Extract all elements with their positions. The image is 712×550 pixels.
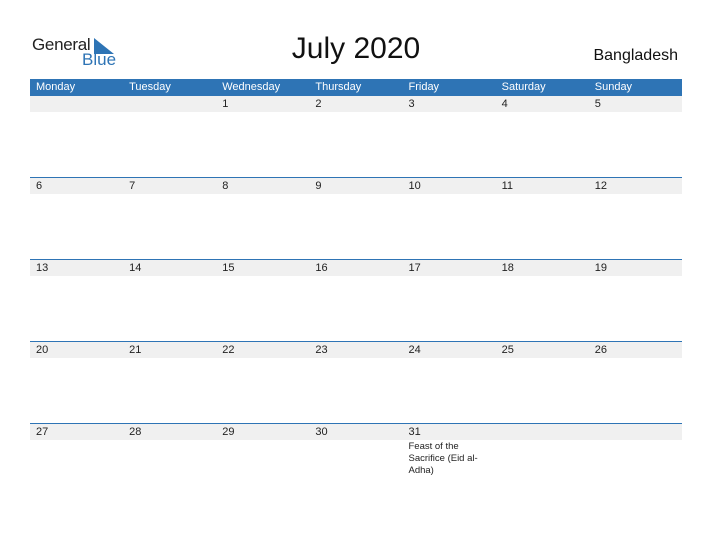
week-row: 6 7 8 9 10 11 12 [30,177,682,259]
day-event [309,358,402,359]
day-event [496,358,589,359]
day-event [216,440,309,477]
day-number [589,424,682,440]
day-number: 19 [594,262,607,274]
week-row: 13 14 15 16 17 18 19 [30,259,682,341]
day-event [589,112,682,113]
weekday-monday: Monday [36,81,76,93]
day-event [589,194,682,195]
day-number: 6 [36,180,43,192]
day-number: 9 [315,180,322,192]
day-number [496,424,589,440]
day-event [403,112,496,113]
day-number: 28 [129,426,142,438]
day-number: 26 [594,344,607,356]
day-number: 2 [315,98,322,110]
day-event [309,194,402,195]
day-event [403,358,496,359]
day-event [216,194,309,195]
day-event [123,276,216,277]
day-number: 16 [315,262,328,274]
date-row: 6 7 8 9 10 11 12 [30,178,682,194]
day-event [496,440,589,477]
day-event [216,276,309,277]
date-row: 1 2 3 4 5 [30,96,682,112]
week-row: 27 28 29 30 31 Feast of the Sacrifice (Eid al… [30,423,682,505]
day-number: 24 [408,344,421,356]
week-row: 1 2 3 4 5 [30,96,682,177]
weekday-saturday: Saturday [501,81,546,93]
day-number: 15 [222,262,235,274]
day-number: 12 [594,180,607,192]
weekday-tuesday: Tuesday [129,81,171,93]
day-event [309,440,402,477]
day-number: 8 [222,180,229,192]
events-row [30,358,682,359]
day-event [216,358,309,359]
day-number: 10 [408,180,421,192]
day-number: 7 [129,180,136,192]
day-event [309,276,402,277]
date-row: 27 28 29 30 31 [30,424,682,440]
day-number: 21 [129,344,142,356]
events-row [30,112,682,113]
day-event [123,112,216,113]
day-number [123,96,216,112]
country-label: Bangladesh [593,47,678,64]
day-number: 30 [315,426,328,438]
day-number: 3 [408,98,415,110]
date-row: 13 14 15 16 17 18 19 [30,260,682,276]
day-event [30,276,123,277]
day-number: 20 [36,344,49,356]
calendar-grid: Monday Tuesday Wednesday Thursday Friday… [30,79,682,505]
day-number: 25 [501,344,514,356]
day-event [496,112,589,113]
day-number: 11 [501,180,514,192]
day-number: 18 [501,262,514,274]
day-number: 31 [408,426,421,438]
events-row: Feast of the Sacrifice (Eid al-Adha) [30,440,682,477]
day-number: 4 [501,98,508,110]
week-row: 20 21 22 23 24 25 26 [30,341,682,423]
day-event [496,276,589,277]
day-event [589,358,682,359]
day-number: 17 [408,262,421,274]
weekday-friday: Friday [408,81,440,93]
day-event [589,276,682,277]
day-event [309,112,402,113]
day-event [123,358,216,359]
day-event [403,194,496,195]
day-event [589,440,682,477]
day-number: 22 [222,344,235,356]
day-number [30,96,123,112]
date-row: 20 21 22 23 24 25 26 [30,342,682,358]
day-event [123,194,216,195]
day-number: 27 [36,426,49,438]
day-event [30,358,123,359]
weekday-header: Monday Tuesday Wednesday Thursday Friday… [30,79,682,96]
weekday-thursday: Thursday [315,81,362,93]
day-event [30,112,123,113]
day-number: 14 [129,262,142,274]
day-number: 1 [222,98,229,110]
day-event [496,194,589,195]
day-number: 13 [36,262,49,274]
events-row [30,194,682,195]
day-number: 23 [315,344,328,356]
day-event [403,276,496,277]
weekday-sunday: Sunday [594,81,633,93]
day-event: Feast of the Sacrifice (Eid al-Adha) [408,441,478,476]
day-event [30,194,123,195]
day-number: 29 [222,426,235,438]
day-event [30,440,123,477]
day-event [216,112,309,113]
day-number: 5 [594,98,601,110]
weekday-wednesday: Wednesday [222,81,281,93]
events-row [30,276,682,277]
day-event [123,440,216,477]
